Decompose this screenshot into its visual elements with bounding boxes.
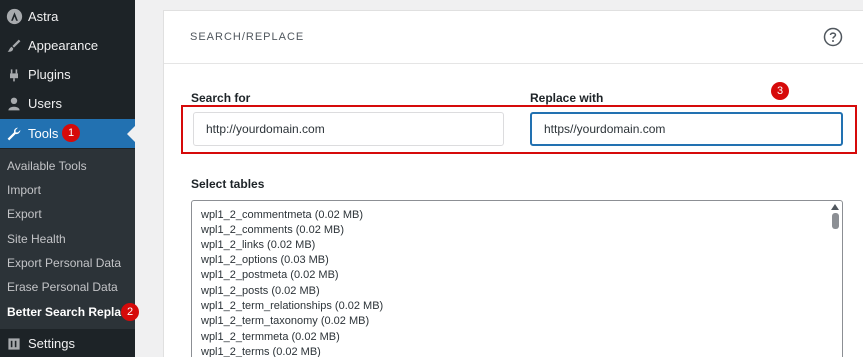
- scrollbar-thumb[interactable]: [832, 213, 839, 229]
- menu-item-appearance[interactable]: Appearance: [0, 31, 135, 60]
- help-icon[interactable]: [823, 27, 843, 47]
- wrench-icon: [5, 125, 23, 143]
- menu-label-astra: Astra: [28, 9, 59, 24]
- annotation-badge-3: 3: [771, 82, 789, 100]
- active-menu-arrow: [127, 125, 135, 142]
- menu-item-users[interactable]: Users: [0, 89, 135, 118]
- astra-logo-icon: [5, 8, 23, 26]
- submenu-item-site-health[interactable]: Site Health: [7, 227, 66, 251]
- tables-select[interactable]: wpl1_2_commentmeta (0.02 MB) wpl1_2_comm…: [191, 200, 843, 357]
- submenu-item-export[interactable]: Export: [7, 202, 42, 226]
- tools-submenu: Available Tools Import Export Site Healt…: [0, 149, 135, 329]
- submenu-item-better-search-replace[interactable]: Better Search Replace: [7, 300, 134, 324]
- annotation-badge-1: 1: [62, 124, 80, 142]
- paintbrush-icon: [5, 37, 23, 55]
- search-for-input[interactable]: http://yourdomain.com: [193, 112, 504, 146]
- annotation-badge-2: 2: [121, 303, 139, 321]
- table-option[interactable]: wpl1_2_terms (0.02 MB): [201, 346, 321, 357]
- menu-item-settings[interactable]: Settings: [0, 329, 135, 357]
- table-option[interactable]: wpl1_2_postmeta (0.02 MB): [201, 269, 339, 281]
- menu-label-users: Users: [28, 96, 62, 111]
- search-for-label: Search for: [191, 91, 251, 105]
- plugin-icon: [5, 66, 23, 84]
- table-option[interactable]: wpl1_2_commentmeta (0.02 MB): [201, 209, 363, 221]
- settings-icon: [5, 335, 23, 353]
- wp-admin-page: Astra Appearance Plugins Users Tools 1 A…: [0, 0, 863, 357]
- menu-label-appearance: Appearance: [28, 38, 99, 53]
- menu-label-plugins: Plugins: [28, 67, 71, 82]
- menu-label-tools: Tools: [28, 126, 59, 141]
- card-header: SEARCH/REPLACE: [164, 11, 863, 64]
- menu-item-astra[interactable]: Astra: [0, 2, 135, 31]
- select-tables-label: Select tables: [191, 177, 265, 191]
- menu-item-plugins[interactable]: Plugins: [0, 60, 135, 89]
- scroll-up-arrow-icon[interactable]: [831, 204, 839, 210]
- submenu-item-import[interactable]: Import: [7, 178, 41, 202]
- admin-sidebar: Astra Appearance Plugins Users Tools 1 A…: [0, 0, 139, 357]
- table-option[interactable]: wpl1_2_term_taxonomy (0.02 MB): [201, 315, 369, 327]
- table-option[interactable]: wpl1_2_term_relationships (0.02 MB): [201, 300, 383, 312]
- menu-label-settings: Settings: [28, 336, 75, 351]
- table-option[interactable]: wpl1_2_comments (0.02 MB): [201, 224, 344, 236]
- replace-with-input[interactable]: https//yourdomain.com: [530, 112, 843, 146]
- replace-with-label: Replace with: [530, 91, 604, 105]
- submenu-item-export-personal-data[interactable]: Export Personal Data: [7, 251, 121, 275]
- table-option[interactable]: wpl1_2_options (0.03 MB): [201, 254, 329, 266]
- submenu-item-available-tools[interactable]: Available Tools: [7, 154, 87, 178]
- user-icon: [5, 95, 23, 113]
- table-option[interactable]: wpl1_2_links (0.02 MB): [201, 239, 315, 251]
- submenu-item-erase-personal-data[interactable]: Erase Personal Data: [7, 275, 118, 299]
- card-title: SEARCH/REPLACE: [190, 31, 305, 43]
- search-replace-card: SEARCH/REPLACE Search for Replace with 3…: [163, 10, 863, 357]
- table-option[interactable]: wpl1_2_termmeta (0.02 MB): [201, 331, 340, 343]
- table-option[interactable]: wpl1_2_posts (0.02 MB): [201, 285, 320, 297]
